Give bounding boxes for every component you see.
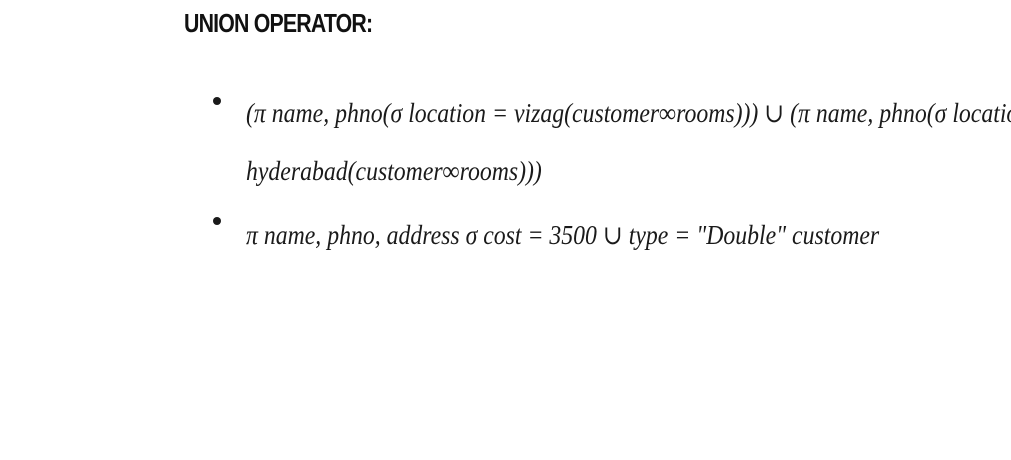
bullet-icon — [213, 97, 221, 105]
list-item: (π name, phno(σ location = vizag(custome… — [213, 84, 1011, 200]
bullet-icon — [213, 217, 221, 225]
section-heading: UNION OPERATOR: — [184, 8, 373, 38]
list-item: π name, phno, address σ cost = 3500 ∪ ty… — [213, 204, 973, 266]
expression-line: π name, phno, address σ cost = 3500 ∪ ty… — [246, 220, 880, 250]
expression-line: (π name, phno(σ location = vizag(custome… — [246, 98, 1011, 128]
document-page: UNION OPERATOR: (π name, phno(σ location… — [0, 0, 1011, 460]
bullet-list: (π name, phno(σ location = vizag(custome… — [213, 96, 1011, 270]
expression-line: hyderabad(customer∞rooms))) — [246, 156, 542, 186]
